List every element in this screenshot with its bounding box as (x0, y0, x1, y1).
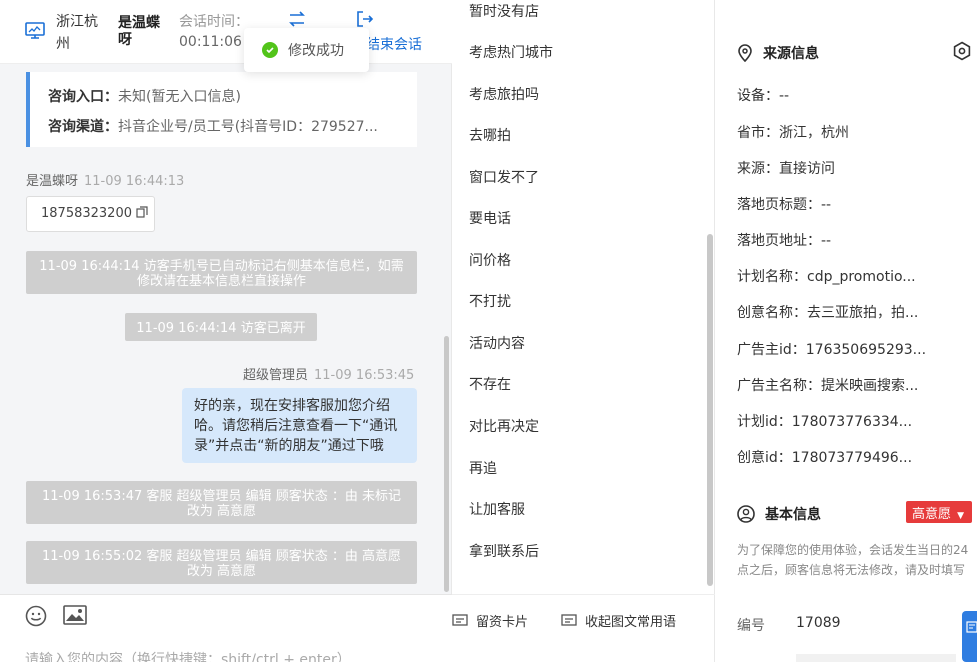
consult-entry-value: 未知(暂无入口信息) (118, 89, 241, 105)
message-composer: 请输入您的内容（换行快捷键：shift/ctrl + enter） (0, 594, 452, 662)
system-note: 11-09 16:44:14 访客手机号已自动标记右侧基本信息栏，如需修改请在基… (26, 251, 417, 294)
exit-icon[interactable] (356, 10, 374, 28)
visitor-name: 是温蝶呀 (118, 15, 160, 48)
monitor-icon (25, 22, 45, 39)
consult-entry-label: 咨询入口： (48, 89, 118, 105)
phrase-item[interactable]: 不存在 (469, 374, 511, 394)
form-icon (966, 621, 977, 633)
caret-down-icon: ▼ (957, 511, 965, 521)
source-field: 来源：直接访问 (737, 161, 835, 177)
image-icon[interactable] (63, 605, 87, 625)
consult-entry-row: 咨询入口：未知(暂无入口信息) (48, 86, 417, 108)
phrase-item[interactable]: 考虑旅拍吗 (469, 84, 539, 104)
toast-text: 修改成功 (288, 43, 344, 59)
phrase-footer: 留资卡片 收起图文常用语 (452, 594, 715, 662)
floating-side-button[interactable] (962, 611, 977, 662)
advertiser-id-field: 广告主id：176350695293... (737, 342, 927, 358)
phrase-item[interactable]: 要电话 (469, 208, 511, 228)
device-field: 设备：-- (737, 88, 790, 104)
agent-message-meta: 超级管理员 11-09 16:53:45 (243, 364, 414, 383)
session-time-value: 00:11:06 (179, 34, 242, 50)
source-info-title: 来源信息 (737, 43, 819, 63)
phrase-item[interactable]: 考虑热门城市 (469, 42, 553, 62)
message-input[interactable]: 请输入您的内容（换行快捷键：shift/ctrl + enter） (25, 649, 351, 662)
basic-info-title: 基本信息 (737, 504, 821, 524)
phrase-item[interactable]: 对比再决定 (469, 416, 539, 436)
check-circle-icon (262, 42, 278, 58)
lead-card-button[interactable]: 留资卡片 (452, 611, 528, 630)
phrase-item[interactable]: 拿到联系后 (469, 541, 539, 561)
plan-id-field: 计划id：178073776334... (737, 414, 913, 430)
phrase-item[interactable]: 让加客服 (469, 499, 525, 519)
id-label: 编号 (737, 618, 765, 634)
quick-phrase-panel: 暂时没有店 考虑热门城市 考虑旅拍吗 去哪拍 窗口发不了 要电话 问价格 不打扰… (452, 0, 715, 662)
source-info-label: 来源信息 (763, 46, 819, 62)
plan-name-field: 计划名称：cdp_promotio... (737, 269, 916, 285)
basic-info-label: 基本信息 (765, 507, 821, 523)
consult-info-card: 咨询入口：未知(暂无入口信息) 咨询渠道：抖音企业号/员工号(抖音号ID：279… (26, 72, 417, 147)
card-icon (452, 613, 468, 626)
system-note: 11-09 16:53:47 客服 超级管理员 编辑 顾客状态 ：由 未标记 改… (26, 481, 417, 524)
intent-status-value: 高意愿 (912, 507, 952, 522)
transfer-icon[interactable] (287, 10, 307, 28)
chat-scrollbar[interactable] (444, 336, 449, 592)
collapse-phrases-button[interactable]: 收起图文常用语 (561, 611, 676, 630)
session-time-label: 会话时间： (179, 14, 249, 30)
system-note: 11-09 16:44:14 访客已离开 (125, 313, 317, 341)
collapse-phrases-label: 收起图文常用语 (585, 615, 677, 630)
message-icon (561, 613, 577, 626)
phone-message[interactable]: 18758323200 (26, 196, 155, 232)
agent-message-bubble: 好的亲，现在安排客服加您介绍哈。请您稍后注意查看一下“通讯录”并点击“新的朋友”… (182, 388, 417, 463)
consult-channel-value: 抖音企业号/员工号(抖音号ID：279527... (118, 119, 378, 135)
advertiser-name-field: 广告主名称：提米映画搜索... (737, 378, 919, 394)
field-input-stub[interactable] (796, 654, 956, 662)
chat-panel: 浙江杭州 是温蝶呀 会话时间： 00:11:06 结束会话 修改成功 咨询入口：… (0, 0, 452, 662)
visitor-info-panel: 来源信息 设备：-- 省市：浙江，杭州 来源：直接访问 落地页标题：-- 落地页… (715, 0, 977, 662)
landing-url-field: 落地页地址：-- (737, 233, 832, 249)
sender-name: 是温蝶呀 (26, 174, 79, 189)
message-time: 11-09 16:44:13 (84, 174, 185, 189)
province-field: 省市：浙江，杭州 (737, 125, 849, 141)
chat-header: 浙江杭州 是温蝶呀 会话时间： 00:11:06 结束会话 (0, 0, 452, 64)
visitor-message-meta: 是温蝶呀 11-09 16:44:13 (26, 170, 184, 189)
success-toast: 修改成功 (244, 28, 369, 72)
copy-icon[interactable] (136, 206, 148, 218)
end-session-button[interactable]: 结束会话 (366, 34, 422, 54)
emoji-icon[interactable] (25, 605, 47, 627)
creative-name-field: 创意名称：去三亚旅拍，拍... (737, 305, 919, 321)
intent-status-dropdown[interactable]: 高意愿 ▼ (906, 501, 972, 523)
consult-channel-row: 咨询渠道：抖音企业号/员工号(抖音号ID：279527... (48, 116, 417, 138)
message-time: 11-09 16:53:45 (314, 368, 415, 383)
id-value: 17089 (796, 615, 841, 631)
phrase-item[interactable]: 问价格 (469, 250, 511, 270)
edit-deadline-note: 为了保障您的使用体验，会话发生当日的24点之后，顾客信息将无法修改，请及时填写 (737, 543, 969, 577)
user-circle-icon (737, 505, 755, 523)
phrase-item[interactable]: 去哪拍 (469, 125, 511, 145)
landing-title-field: 落地页标题：-- (737, 197, 832, 213)
sender-name: 超级管理员 (243, 368, 309, 383)
phrase-item[interactable]: 不打扰 (469, 291, 511, 311)
consult-channel-label: 咨询渠道： (48, 119, 118, 135)
phone-number: 18758323200 (41, 206, 132, 221)
location-pin-icon (738, 44, 752, 62)
phrase-item[interactable]: 活动内容 (469, 333, 525, 353)
settings-icon[interactable] (952, 41, 972, 61)
visitor-location: 浙江杭州 (56, 14, 98, 52)
phrase-item[interactable]: 窗口发不了 (469, 167, 539, 187)
phrase-scrollbar[interactable] (707, 234, 713, 586)
system-note: 11-09 16:55:02 客服 超级管理员 编辑 顾客状态 ：由 高意愿 改… (26, 541, 417, 584)
creative-id-field: 创意id：178073779496... (737, 450, 913, 466)
phrase-item[interactable]: 再追 (469, 458, 497, 478)
phrase-item[interactable]: 暂时没有店 (469, 1, 539, 21)
lead-card-label: 留资卡片 (476, 615, 529, 630)
